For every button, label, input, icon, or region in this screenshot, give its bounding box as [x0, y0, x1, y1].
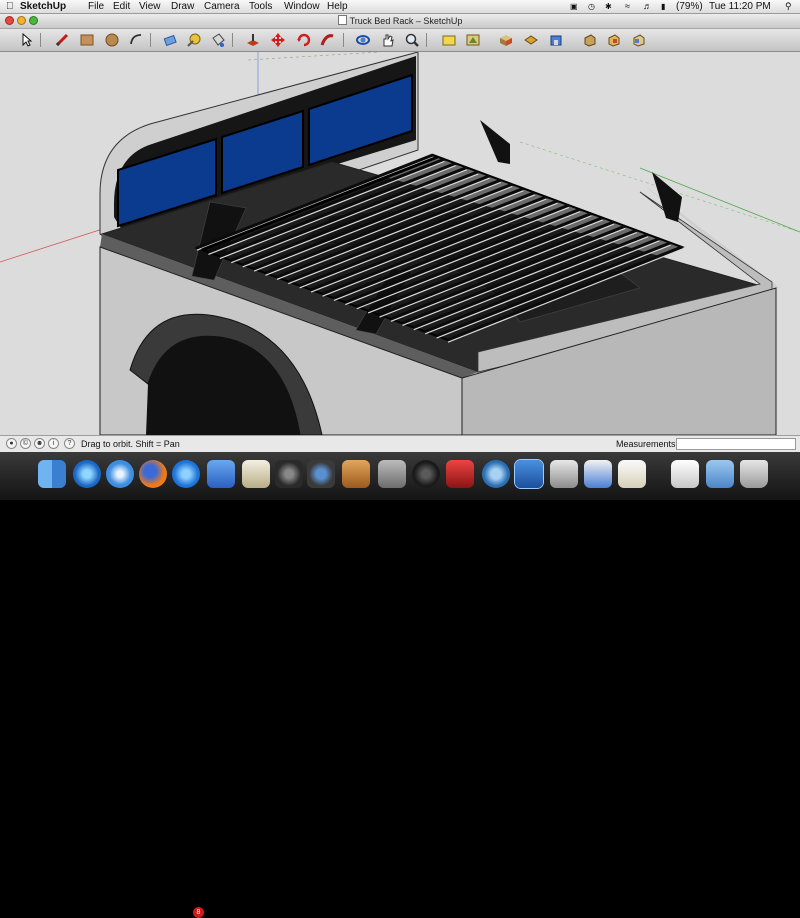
menu-edit[interactable]: Edit	[113, 0, 130, 13]
spotlight-icon[interactable]: ⚲	[785, 0, 792, 13]
preview-icon[interactable]	[584, 460, 612, 488]
zoom-tool-icon[interactable]	[404, 32, 420, 48]
left-view-tool-icon[interactable]	[631, 32, 647, 48]
menu-draw[interactable]: Draw	[171, 0, 194, 13]
toolbar-divider	[150, 33, 151, 47]
display-icon[interactable]: ▣	[570, 0, 578, 13]
instructor-icon[interactable]: i	[48, 438, 59, 449]
sketchup-icon[interactable]	[515, 460, 543, 488]
settings-icon[interactable]	[378, 460, 406, 488]
top-view-tool-icon[interactable]	[523, 32, 539, 48]
itunes-icon[interactable]	[73, 460, 101, 488]
time-machine-status-icon[interactable]: ◷	[588, 0, 595, 13]
time-machine-icon[interactable]	[482, 460, 510, 488]
volume-icon[interactable]: ♬	[643, 0, 652, 13]
circle-tool-icon[interactable]	[104, 32, 120, 48]
toolbar-divider	[232, 33, 233, 47]
menu-tools[interactable]: Tools	[249, 0, 272, 13]
document-icon	[337, 15, 347, 25]
select-tool-icon[interactable]	[18, 32, 34, 48]
folder-icon[interactable]	[706, 460, 734, 488]
dashboard-icon[interactable]	[412, 460, 440, 488]
credits-icon[interactable]: ©	[20, 438, 31, 449]
app-store-icon[interactable]	[172, 460, 200, 488]
follow-me-tool-icon[interactable]	[320, 32, 336, 48]
previous-view-tool-icon[interactable]	[465, 32, 481, 48]
menu-window[interactable]: Window	[284, 0, 320, 13]
paint-bucket-tool-icon[interactable]	[210, 32, 226, 48]
spider-icon[interactable]	[275, 460, 303, 488]
orbit-tool-icon[interactable]	[355, 32, 371, 48]
wifi-icon[interactable]: ≈	[625, 0, 630, 13]
app-menu[interactable]: SketchUp	[20, 0, 66, 13]
rotate-tool-icon[interactable]	[296, 32, 312, 48]
battery-percent: (79%)	[676, 1, 703, 12]
model-viewport[interactable]	[0, 52, 800, 435]
measurements-field[interactable]	[676, 438, 796, 450]
menu-view[interactable]: View	[139, 0, 161, 13]
toolbar-divider	[426, 33, 427, 47]
status-bar: ● © ☻ i ? Drag to orbit. Shift = Pan Mea…	[0, 435, 800, 453]
photo-booth-icon[interactable]	[446, 460, 474, 488]
menu-bar:  SketchUp File Edit View Draw Camera To…	[0, 0, 800, 14]
menu-camera[interactable]: Camera	[204, 0, 240, 13]
push-pull-tool-icon[interactable]	[245, 32, 261, 48]
trash-icon[interactable]	[740, 460, 768, 488]
iso-view-tool-icon[interactable]	[498, 32, 514, 48]
word-icon[interactable]	[207, 460, 235, 488]
firefox-icon[interactable]	[139, 460, 167, 488]
arc-tool-icon[interactable]	[128, 32, 144, 48]
bluetooth-icon[interactable]: ✱	[605, 0, 612, 13]
bucket-icon[interactable]	[550, 460, 578, 488]
user-icon[interactable]: ☻	[34, 438, 45, 449]
back-view-tool-icon[interactable]	[606, 32, 622, 48]
photo-icon[interactable]	[342, 460, 370, 488]
tape-measure-tool-icon[interactable]	[186, 32, 202, 48]
eraser-tool-icon[interactable]	[162, 32, 178, 48]
help-icon[interactable]: ?	[64, 438, 75, 449]
apple-menu-icon[interactable]: 	[6, 0, 14, 13]
document-icon[interactable]	[671, 460, 699, 488]
battery-icon[interactable]: ▮	[661, 0, 665, 13]
camera-icon[interactable]	[307, 460, 335, 488]
geo-location-icon[interactable]: ●	[6, 438, 17, 449]
dock: 8	[0, 452, 800, 918]
finder-icon[interactable]	[38, 460, 66, 488]
pencil-tool-icon[interactable]	[54, 32, 70, 48]
window-title-bar: Truck Bed Rack – SketchUp	[0, 14, 800, 29]
zoom-extents-tool-icon[interactable]	[441, 32, 457, 48]
toolbar-divider	[343, 33, 344, 47]
window-title: Truck Bed Rack – SketchUp	[0, 14, 800, 28]
toolbar-divider	[40, 33, 41, 47]
main-toolbar	[0, 29, 800, 52]
measurements-label: Measurements	[616, 439, 676, 449]
rectangle-tool-icon[interactable]	[79, 32, 95, 48]
front-view-tool-icon[interactable]	[548, 32, 564, 48]
right-view-tool-icon[interactable]	[582, 32, 598, 48]
safari-icon[interactable]	[106, 460, 134, 488]
menu-help[interactable]: Help	[327, 0, 348, 13]
solitaire-icon[interactable]	[242, 460, 270, 488]
menu-file[interactable]: File	[88, 0, 104, 13]
status-message: Drag to orbit. Shift = Pan	[81, 439, 180, 449]
app-store-badge: 8	[193, 907, 204, 918]
textedit-icon[interactable]	[618, 460, 646, 488]
pan-tool-icon[interactable]	[380, 32, 396, 48]
menubar-clock[interactable]: Tue 11:20 PM	[709, 0, 771, 13]
move-tool-icon[interactable]	[270, 32, 286, 48]
